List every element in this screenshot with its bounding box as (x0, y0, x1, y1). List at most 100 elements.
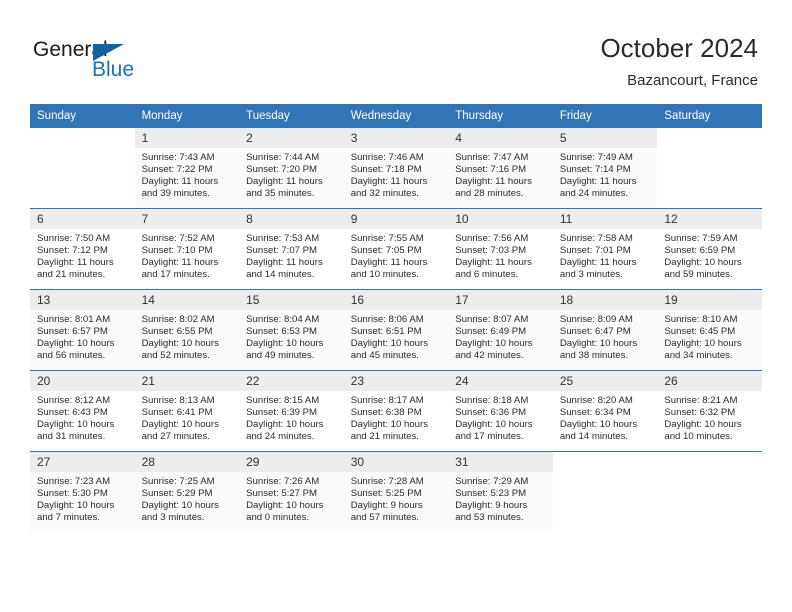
column-header-tuesday: Tuesday (239, 104, 344, 128)
page-subtitle: Bazancourt, France (627, 72, 758, 89)
day-number: 9 (343, 209, 449, 229)
day-number: 10 (448, 209, 553, 229)
sunrise-time: Sunrise: 8:02 AM (141, 314, 215, 325)
calendar-day-cell[interactable]: 17 Sunrise: 8:07 AM Sunset: 6:49 PM Dayligh… (448, 289, 553, 371)
day-cell-inner: 25 Sunrise: 8:20 AM Sunset: 6:34 PM Dayligh… (552, 371, 658, 451)
daylight-duration-line2: and 53 minutes. (455, 512, 524, 524)
calendar-container: Sunday Monday Tuesday Wednesday Thursday Frid… (30, 104, 762, 532)
sunset-time: Sunset: 5:29 PM (141, 488, 213, 500)
day-details: Sunrise: 7:25 AM Sunset: 5:29 PM Daylight:… (135, 472, 240, 524)
sunrise-time: Sunrise: 7:43 AM (141, 152, 215, 163)
brand-logo[interactable]: General Blue (33, 38, 233, 88)
day-number: 25 (552, 371, 658, 391)
calendar-day-cell[interactable]: 29 Sunrise: 7:26 AM Sunset: 5:27 PM Dayligh… (239, 451, 344, 532)
day-number: 30 (343, 452, 449, 472)
sunrise-time: Sunrise: 8:10 AM (664, 314, 738, 325)
calendar-day-cell[interactable]: 13 Sunrise: 8:01 AM Sunset: 6:57 PM Dayligh… (30, 289, 135, 371)
sunset-time: Sunset: 6:43 PM (37, 407, 108, 419)
calendar-table: Sunday Monday Tuesday Wednesday Thursday Frid… (30, 104, 762, 532)
calendar-day-cell[interactable]: 16 Sunrise: 8:06 AM Sunset: 6:51 PM Dayligh… (343, 289, 449, 371)
sunrise-time: Sunrise: 7:25 AM (141, 476, 215, 487)
calendar-day-cell[interactable]: 21 Sunrise: 8:13 AM Sunset: 6:41 PM Dayligh… (134, 370, 240, 452)
sunset-time: Sunset: 7:10 PM (141, 245, 213, 257)
sunset-time: Sunset: 5:23 PM (455, 488, 527, 500)
sunset-time: Sunset: 6:47 PM (559, 326, 631, 338)
daylight-duration-line1: Daylight: 9 hours (350, 500, 423, 512)
day-details: Sunrise: 7:52 AM Sunset: 7:10 PM Daylight:… (135, 229, 240, 281)
sunset-time: Sunset: 7:07 PM (246, 245, 318, 257)
calendar-day-cell[interactable]: 15 Sunrise: 8:04 AM Sunset: 6:53 PM Dayligh… (239, 289, 344, 371)
day-details: Sunrise: 7:56 AM Sunset: 7:03 PM Daylight:… (448, 229, 553, 281)
calendar-day-cell[interactable]: 5 Sunrise: 7:49 AM Sunset: 7:14 PM Daylight… (552, 127, 658, 209)
day-cell-inner: 10 Sunrise: 7:56 AM Sunset: 7:03 PM Dayligh… (448, 209, 553, 289)
day-number: 21 (134, 371, 240, 391)
sunrise-time: Sunrise: 8:17 AM (350, 395, 424, 406)
daylight-duration-line2: and 21 minutes. (37, 269, 106, 281)
day-details: Sunrise: 7:26 AM Sunset: 5:27 PM Daylight:… (239, 472, 344, 524)
daylight-duration-line1: Daylight: 10 hours (455, 419, 533, 431)
calendar-day-cell[interactable]: 10 Sunrise: 7:56 AM Sunset: 7:03 PM Dayligh… (448, 208, 553, 290)
calendar-page: General Blue October 2024 Bazancourt, Fr… (0, 0, 792, 612)
sunrise-time: Sunrise: 7:56 AM (455, 233, 529, 244)
calendar-day-cell[interactable]: 2 Sunrise: 7:44 AM Sunset: 7:20 PM Daylight… (239, 127, 344, 209)
sunset-time: Sunset: 6:55 PM (141, 326, 213, 338)
sunrise-time: Sunrise: 8:18 AM (455, 395, 529, 406)
calendar-day-cell[interactable]: 22 Sunrise: 8:15 AM Sunset: 6:39 PM Dayligh… (239, 370, 344, 452)
calendar-day-cell[interactable]: 20 Sunrise: 8:12 AM Sunset: 6:43 PM Dayligh… (30, 370, 135, 452)
daylight-duration-line1: Daylight: 11 hours (246, 257, 323, 269)
day-details: Sunrise: 7:55 AM Sunset: 7:05 PM Daylight:… (344, 229, 449, 281)
title-block: October 2024 Bazancourt, France (600, 33, 758, 91)
calendar-week-row: 6 Sunrise: 7:50 AM Sunset: 7:12 PM Daylight… (30, 208, 762, 290)
calendar-day-cell[interactable]: 24 Sunrise: 8:18 AM Sunset: 6:36 PM Dayligh… (448, 370, 553, 452)
sunset-time: Sunset: 6:51 PM (350, 326, 422, 338)
calendar-day-cell[interactable]: 3 Sunrise: 7:46 AM Sunset: 7:18 PM Daylight… (343, 127, 449, 209)
day-details: Sunrise: 8:18 AM Sunset: 6:36 PM Daylight:… (448, 391, 553, 443)
day-cell-inner: 28 Sunrise: 7:25 AM Sunset: 5:29 PM Dayligh… (134, 452, 240, 532)
day-details: Sunrise: 8:21 AM Sunset: 6:32 PM Daylight:… (657, 391, 762, 443)
calendar-day-cell[interactable]: 28 Sunrise: 7:25 AM Sunset: 5:29 PM Dayligh… (134, 451, 240, 532)
calendar-day-cell[interactable]: 14 Sunrise: 8:02 AM Sunset: 6:55 PM Dayligh… (134, 289, 240, 371)
calendar-day-cell[interactable]: 8 Sunrise: 7:53 AM Sunset: 7:07 PM Daylight… (239, 208, 344, 290)
calendar-day-cell[interactable]: 7 Sunrise: 7:52 AM Sunset: 7:10 PM Daylight… (134, 208, 240, 290)
day-cell-inner: 15 Sunrise: 8:04 AM Sunset: 6:53 PM Dayligh… (239, 290, 344, 370)
calendar-day-cell[interactable]: 1 Sunrise: 7:43 AM Sunset: 7:22 PM Daylight… (134, 127, 240, 209)
daylight-duration-line2: and 17 minutes. (455, 431, 524, 443)
calendar-week-row: 13 Sunrise: 8:01 AM Sunset: 6:57 PM Dayligh… (30, 289, 762, 371)
calendar-day-cell[interactable]: 26 Sunrise: 8:21 AM Sunset: 6:32 PM Dayligh… (657, 370, 762, 452)
sunrise-time: Sunrise: 7:55 AM (350, 233, 424, 244)
calendar-day-cell[interactable]: 19 Sunrise: 8:10 AM Sunset: 6:45 PM Dayligh… (657, 289, 762, 371)
day-cell-inner: 30 Sunrise: 7:28 AM Sunset: 5:25 PM Dayligh… (343, 452, 449, 532)
calendar-day-cell[interactable]: 31 Sunrise: 7:29 AM Sunset: 5:23 PM Dayligh… (448, 451, 553, 532)
daylight-duration-line2: and 24 minutes. (559, 188, 629, 200)
day-details: Sunrise: 7:47 AM Sunset: 7:16 PM Daylight:… (448, 148, 553, 200)
day-number: 22 (239, 371, 344, 391)
daylight-duration-line1: Daylight: 11 hours (559, 257, 637, 269)
day-number: 27 (30, 452, 135, 472)
sunset-time: Sunset: 6:36 PM (455, 407, 527, 419)
daylight-duration-line1: Daylight: 11 hours (141, 257, 219, 269)
calendar-day-cell[interactable]: 4 Sunrise: 7:47 AM Sunset: 7:16 PM Daylight… (448, 127, 553, 209)
calendar-day-cell[interactable]: 27 Sunrise: 7:23 AM Sunset: 5:30 PM Dayligh… (30, 451, 135, 532)
calendar-day-cell[interactable]: 11 Sunrise: 7:58 AM Sunset: 7:01 PM Dayligh… (552, 208, 658, 290)
calendar-day-cell[interactable]: 6 Sunrise: 7:50 AM Sunset: 7:12 PM Daylight… (30, 208, 135, 290)
day-number: 19 (657, 290, 762, 310)
calendar-day-cell[interactable]: 18 Sunrise: 8:09 AM Sunset: 6:47 PM Dayligh… (552, 289, 658, 371)
day-cell-inner (657, 452, 762, 532)
sunrise-time: Sunrise: 8:21 AM (664, 395, 738, 406)
sunrise-time: Sunrise: 8:15 AM (246, 395, 320, 406)
calendar-day-cell[interactable]: 12 Sunrise: 7:59 AM Sunset: 6:59 PM Dayligh… (657, 208, 762, 290)
calendar-day-cell[interactable]: 23 Sunrise: 8:17 AM Sunset: 6:38 PM Dayligh… (343, 370, 449, 452)
daylight-duration-line2: and 14 minutes. (246, 269, 315, 281)
column-header-thursday: Thursday (448, 104, 553, 128)
day-details: Sunrise: 8:12 AM Sunset: 6:43 PM Daylight:… (30, 391, 135, 443)
daylight-duration-line2: and 3 minutes. (559, 269, 623, 281)
calendar-day-cell[interactable]: 25 Sunrise: 8:20 AM Sunset: 6:34 PM Dayligh… (552, 370, 658, 452)
calendar-week-row: 1 Sunrise: 7:43 AM Sunset: 7:22 PM Daylight… (30, 127, 762, 209)
calendar-day-cell[interactable]: 9 Sunrise: 7:55 AM Sunset: 7:05 PM Daylight… (343, 208, 449, 290)
daylight-duration-line2: and 0 minutes. (246, 512, 310, 524)
day-cell-inner: 31 Sunrise: 7:29 AM Sunset: 5:23 PM Dayligh… (448, 452, 553, 532)
calendar-day-cell[interactable]: 30 Sunrise: 7:28 AM Sunset: 5:25 PM Dayligh… (343, 451, 449, 532)
day-cell-inner: 3 Sunrise: 7:46 AM Sunset: 7:18 PM Daylight… (343, 128, 449, 208)
sunset-time: Sunset: 6:38 PM (350, 407, 422, 419)
daylight-duration-line1: Daylight: 11 hours (37, 257, 114, 269)
